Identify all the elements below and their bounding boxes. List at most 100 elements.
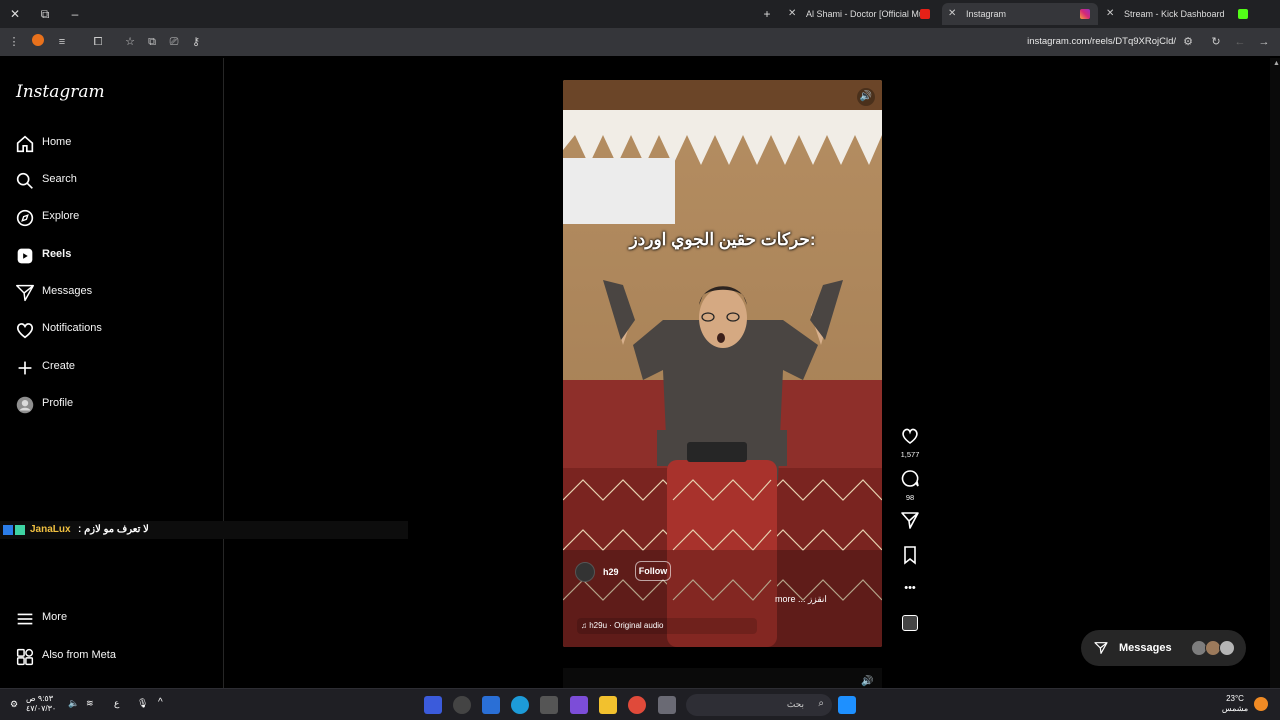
more-dots-icon: ••• xyxy=(904,582,916,594)
weather-condition: مشمس xyxy=(1221,704,1249,713)
extensions-icon[interactable]: ⧠ xyxy=(90,34,106,50)
password-key-icon[interactable]: ⚷ xyxy=(188,34,204,50)
wifi-icon[interactable]: ≋ xyxy=(86,698,94,709)
copilot-icon[interactable] xyxy=(570,696,588,714)
comment-count: 98 xyxy=(905,493,915,502)
obs-icon[interactable] xyxy=(453,696,471,714)
follow-button[interactable]: Follow xyxy=(635,561,671,581)
page-scrollbar[interactable]: ▲ xyxy=(1270,58,1280,688)
messages-pill-button[interactable]: Messages xyxy=(1081,630,1246,666)
weather-sun-icon xyxy=(1254,697,1268,711)
comment-action[interactable]: 98 xyxy=(898,468,922,502)
new-tab-icon[interactable]: + xyxy=(758,5,776,23)
avatar-icon xyxy=(16,396,34,414)
reel-audio[interactable]: ♫ h29u · Original audio xyxy=(577,618,757,634)
send-icon xyxy=(901,512,919,529)
close-tab-icon[interactable]: ✕ xyxy=(1106,3,1114,25)
sidebar-item-notifications[interactable]: Notifications xyxy=(14,316,214,344)
volume-icon[interactable]: 🔊 xyxy=(861,676,873,687)
clock-date: ٤٧/٠٧/٣٠ xyxy=(26,704,57,713)
edge-icon[interactable] xyxy=(511,696,529,714)
sidebar-item-search[interactable]: Search xyxy=(14,167,214,195)
more-options-action[interactable]: ••• xyxy=(898,580,922,596)
volume-icon[interactable]: 🔊 xyxy=(857,88,875,106)
audio-thumbnail[interactable] xyxy=(898,615,922,631)
task-view-icon[interactable] xyxy=(658,696,676,714)
sidebar-item-profile[interactable]: Profile xyxy=(14,391,214,419)
app-taskbar-icon[interactable] xyxy=(424,696,442,714)
sidebar-item-label: Reels xyxy=(42,248,72,260)
box-app-icon[interactable] xyxy=(540,696,558,714)
chrome-icon[interactable] xyxy=(628,696,646,714)
search-icon: ⌕ xyxy=(818,698,824,709)
sidebar-item-explore[interactable]: Explore xyxy=(14,204,214,232)
sidebar-item-label: Profile xyxy=(42,397,74,409)
instagram-icon xyxy=(1080,9,1090,19)
heart-icon xyxy=(902,428,918,444)
sidebar-item-also-from-meta[interactable]: Also from Meta xyxy=(14,643,214,671)
tab-al-shami[interactable]: ✕ Al Shami - Doctor [Official Mus xyxy=(782,3,942,25)
minimize-window-icon[interactable]: – xyxy=(66,5,84,23)
close-window-icon[interactable]: ✕ xyxy=(6,5,24,23)
home-icon xyxy=(16,135,34,153)
sidebar-item-home[interactable]: Home xyxy=(14,130,214,158)
site-settings-icon[interactable]: ⚙ xyxy=(1180,34,1196,50)
cast-icon[interactable]: ⎚ xyxy=(166,34,182,50)
sidebar-item-label: Notifications xyxy=(42,322,102,334)
like-action[interactable]: 1,577 xyxy=(898,425,922,459)
reel-author-username[interactable]: h29 xyxy=(603,567,619,577)
browser-toolbar: ⋮ ≡ ⧠ ☆ ⧉ ⎚ ⚷ instagram.com/reels/DTq9XR… xyxy=(0,28,1280,56)
reload-icon[interactable]: ↻ xyxy=(1208,34,1224,50)
sidebar-item-create[interactable]: Create xyxy=(14,354,214,382)
youtube-icon xyxy=(920,9,930,19)
avatar xyxy=(1219,640,1235,656)
weather-widget[interactable]: 23°C مشمس xyxy=(1218,694,1252,714)
music-note-icon: ♫ xyxy=(581,621,590,630)
windows-start-icon[interactable] xyxy=(838,696,856,714)
taskbar-search-input[interactable]: بحث ⌕ xyxy=(686,694,832,716)
sidebar-item-label: Messages xyxy=(42,285,93,297)
taskbar-clock[interactable]: ٩:٥٣ ص ٤٧/٠٧/٣٠ xyxy=(26,694,56,714)
back-icon[interactable]: → xyxy=(1256,34,1272,50)
tab-label: Al Shami - Doctor [Official Mus xyxy=(806,9,929,19)
reel-video-frame xyxy=(563,80,882,647)
tab-instagram[interactable]: ✕ Instagram xyxy=(942,3,1098,25)
close-tab-icon[interactable]: ✕ xyxy=(948,3,956,25)
store-icon[interactable] xyxy=(482,696,500,714)
search-icon xyxy=(16,172,33,189)
settings-icon[interactable]: ⚙ xyxy=(10,699,20,709)
address-bar[interactable]: instagram.com/reels/DTq9XRojCld/ xyxy=(980,35,1176,49)
reading-list-icon[interactable]: ≡ xyxy=(54,34,70,50)
bookmark-icon xyxy=(904,546,916,565)
file-explorer-icon[interactable] xyxy=(599,696,617,714)
volume-icon[interactable]: 🔈 xyxy=(68,698,79,709)
close-tab-icon[interactable]: ✕ xyxy=(788,3,796,25)
tab-kick[interactable]: ✕ Stream - Kick Dashboard xyxy=(1100,3,1252,25)
menu-icon xyxy=(17,613,33,625)
sidebar-item-messages[interactable]: Messages xyxy=(14,279,214,307)
forward-icon[interactable]: ← xyxy=(1232,34,1248,50)
chevron-up-icon[interactable]: ^ xyxy=(158,697,163,708)
reel-description[interactable]: more ... انقزز xyxy=(775,594,827,605)
tab-label: Stream - Kick Dashboard xyxy=(1124,9,1225,19)
reel-author-avatar[interactable] xyxy=(575,562,595,582)
reel-video[interactable]: حركات حقين الجوي اوردز: 🔊 h29 Follow mor… xyxy=(563,80,882,647)
menu-dots-icon[interactable]: ⋮ xyxy=(6,34,22,50)
language-indicator[interactable]: ع xyxy=(114,698,119,709)
instagram-logo[interactable]: Instagram xyxy=(16,82,105,102)
microphone-icon[interactable]: 🎙 xyxy=(137,698,148,709)
sidebar-item-reels[interactable]: Reels xyxy=(14,242,214,270)
profile-icon[interactable] xyxy=(30,34,46,50)
clock-time: ٩:٥٣ ص xyxy=(26,694,54,703)
heart-icon xyxy=(16,323,34,339)
scroll-up-icon[interactable]: ▲ xyxy=(1273,60,1280,67)
bookmark-star-icon[interactable]: ☆ xyxy=(122,34,138,50)
reel-audio-label: h29u · Original audio xyxy=(589,621,664,630)
sidebar-item-more[interactable]: More xyxy=(14,605,214,633)
share-action[interactable] xyxy=(898,510,922,535)
save-action[interactable] xyxy=(898,545,922,570)
restore-window-icon[interactable]: ⧉ xyxy=(36,5,54,23)
next-reel[interactable]: 🔊 xyxy=(563,668,882,688)
stream-chat-overlay: JanaLux : لا تعرف مو لازم xyxy=(0,521,408,539)
translate-icon[interactable]: ⧉ xyxy=(144,34,160,50)
